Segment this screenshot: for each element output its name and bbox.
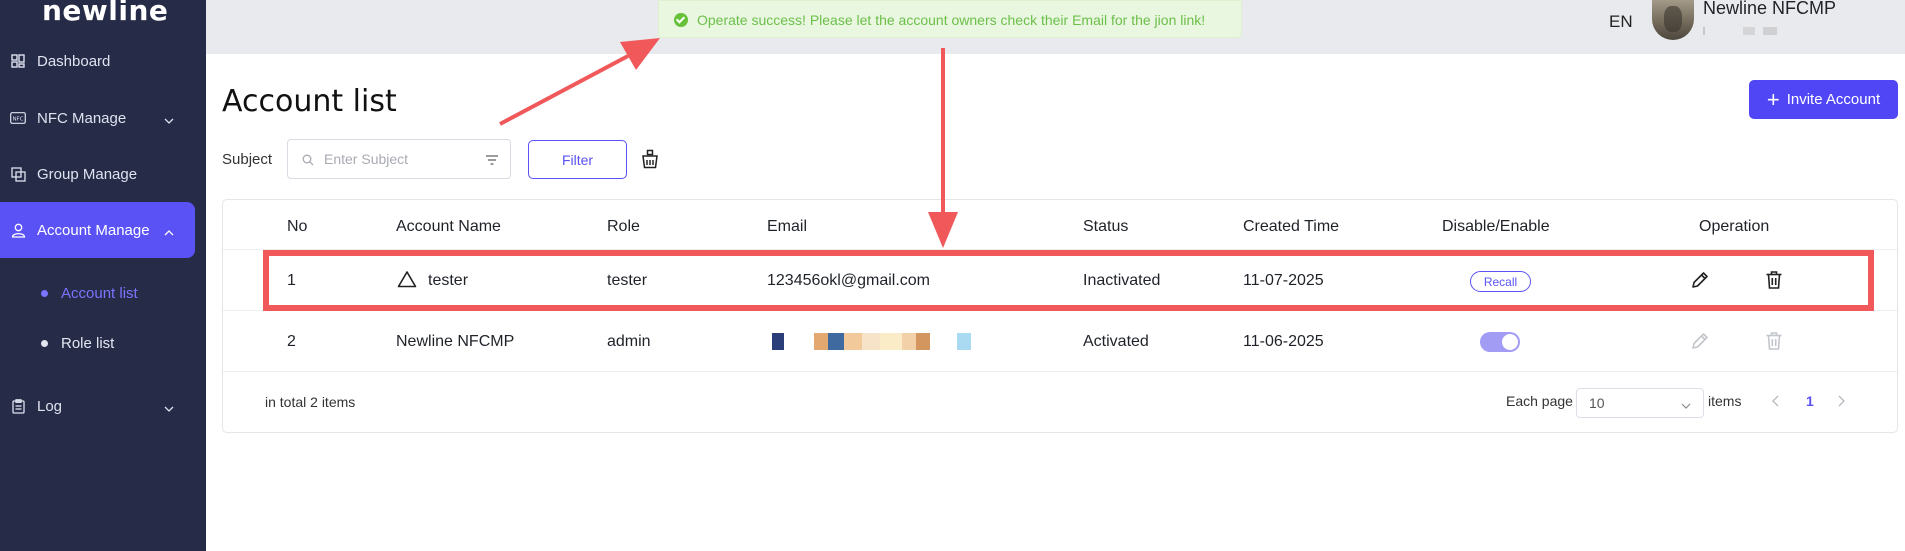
enable-toggle[interactable]	[1480, 332, 1520, 352]
annotation-arrow-line	[499, 54, 629, 126]
filter-button[interactable]: Filter	[528, 140, 627, 179]
toast-message: Operate success! Please let the account …	[697, 12, 1206, 28]
each-page-label: Each page	[1506, 393, 1573, 409]
sidebar-subitem-label: Account list	[61, 284, 138, 302]
column-header-status: Status	[1083, 218, 1129, 235]
check-circle-icon	[674, 13, 688, 27]
svg-text:NFC: NFC	[12, 116, 23, 122]
invite-account-button[interactable]: + Invite Account	[1749, 80, 1898, 119]
success-toast: Operate success! Please let the account …	[658, 0, 1242, 38]
user-icon	[10, 222, 26, 238]
dashboard-icon	[10, 53, 26, 69]
sidebar-subitem-label: Role list	[61, 334, 115, 352]
toggle-knob	[1502, 334, 1518, 350]
app-logo: newline	[42, 0, 169, 27]
edit-pencil-icon	[1690, 331, 1710, 351]
plus-icon: +	[1766, 86, 1780, 112]
avatar[interactable]	[1652, 0, 1694, 40]
column-header-operation: Operation	[1699, 218, 1770, 235]
user-name[interactable]: Newline NFCMP	[1703, 0, 1836, 19]
chevron-up-icon	[164, 225, 174, 236]
chevron-down-icon	[164, 401, 174, 412]
column-header-no: No	[287, 218, 308, 235]
page-size-value: 10	[1589, 395, 1605, 411]
sidebar-item-label: Group Manage	[37, 165, 138, 183]
page-number-current[interactable]: 1	[1806, 393, 1814, 409]
sidebar-subitem-account-list[interactable]: Account list	[0, 273, 206, 313]
column-header-account-name: Account Name	[396, 218, 501, 235]
column-header-email: Email	[767, 218, 808, 235]
clear-filter-icon[interactable]	[641, 149, 659, 169]
sidebar-item-nfc-manage[interactable]: NFC NFC Manage	[0, 90, 206, 146]
cell-created-time: 11-06-2025	[1243, 333, 1324, 350]
language-switcher[interactable]: EN	[1609, 12, 1633, 32]
nfc-icon: NFC	[10, 110, 26, 126]
table-divider	[223, 371, 1897, 372]
redacted-email	[771, 333, 977, 350]
filter-lines-icon[interactable]	[485, 153, 499, 167]
search-icon	[302, 153, 314, 166]
cell-role: admin	[607, 333, 651, 350]
cell-no: 2	[287, 333, 296, 350]
column-header-created-time: Created Time	[1243, 218, 1340, 235]
invite-account-label: Invite Account	[1786, 91, 1881, 108]
sidebar-item-label: Dashboard	[37, 52, 111, 70]
trash-icon	[1764, 331, 1784, 351]
chevron-left-icon[interactable]	[1770, 394, 1782, 408]
group-icon	[10, 166, 26, 182]
subject-label: Subject	[222, 151, 273, 168]
chevron-down-icon	[1681, 398, 1691, 409]
sidebar-item-group-manage[interactable]: Group Manage	[0, 146, 206, 202]
cell-status: Activated	[1083, 333, 1149, 350]
chevron-down-icon	[164, 113, 174, 124]
column-header-disable-enable: Disable/Enable	[1442, 218, 1550, 235]
sidebar-item-account-manage[interactable]: Account Manage	[0, 202, 195, 258]
annotation-highlight-box	[263, 250, 1874, 311]
subject-search-field[interactable]	[287, 139, 511, 179]
sidebar-item-dashboard[interactable]: Dashboard	[0, 33, 206, 89]
subject-search-input[interactable]	[324, 148, 474, 170]
sidebar-item-label: NFC Manage	[37, 109, 127, 127]
sidebar-item-label: Log	[37, 397, 63, 415]
items-label: items	[1708, 393, 1742, 409]
sidebar-subitem-role-list[interactable]: Role list	[0, 323, 206, 363]
clipboard-icon	[10, 398, 26, 414]
sidebar: newline Dashboard NFC NFC Manage Group M…	[0, 0, 206, 551]
sidebar-item-log[interactable]: Log	[0, 378, 206, 434]
total-items-text: in total 2 items	[265, 394, 356, 410]
page-title: Account list	[222, 84, 397, 119]
user-subtitle-redacted	[1703, 27, 1803, 37]
bullet-dot	[41, 339, 48, 347]
page-size-select[interactable]: 10	[1576, 388, 1704, 418]
cell-account-name: Newline NFCMP	[396, 333, 515, 350]
column-header-role: Role	[607, 218, 640, 235]
sidebar-item-label: Account Manage	[37, 221, 150, 239]
bullet-dot	[41, 289, 48, 297]
chevron-right-icon[interactable]	[1835, 394, 1847, 408]
